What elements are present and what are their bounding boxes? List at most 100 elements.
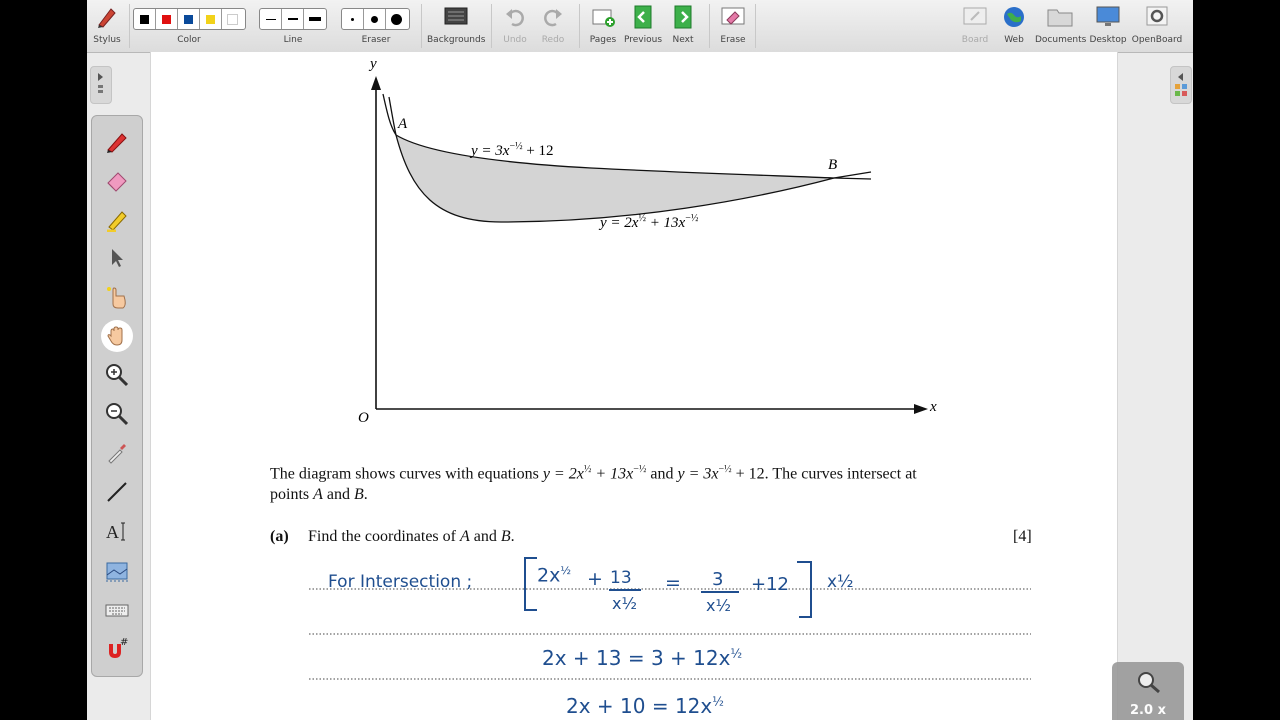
color-group: Color bbox=[133, 0, 246, 52]
stylus-icon bbox=[94, 4, 120, 30]
handwriting-line-3: 2x + 10 = 12x½ bbox=[566, 694, 724, 718]
right-panel-toggle[interactable] bbox=[1170, 66, 1192, 104]
q-eq: y = 2x bbox=[542, 465, 584, 483]
erase-button[interactable]: Erase bbox=[715, 0, 751, 52]
part-a-label: (a) bbox=[270, 528, 289, 545]
eraser-icon[interactable] bbox=[102, 165, 132, 195]
hand-icon[interactable] bbox=[101, 320, 133, 352]
laser-pointer-icon[interactable] bbox=[102, 282, 132, 312]
desktop-button[interactable]: Desktop bbox=[1089, 0, 1127, 52]
text-tool-icon[interactable]: A bbox=[102, 516, 132, 546]
redo-button[interactable]: Redo bbox=[535, 0, 571, 52]
question-intro-line1: The diagram shows curves with equations … bbox=[270, 464, 917, 483]
color-yellow-swatch[interactable] bbox=[200, 9, 222, 29]
stylus-button[interactable]: Stylus bbox=[89, 0, 125, 52]
desktop-label: Desktop bbox=[1089, 35, 1127, 45]
color-red-swatch[interactable] bbox=[156, 9, 178, 29]
monitor-icon bbox=[1095, 4, 1121, 30]
line-group: Line bbox=[259, 0, 327, 52]
x-axis-label: x bbox=[930, 399, 937, 415]
openboard-window: Stylus Color Line Eraser Backgrounds Und… bbox=[87, 0, 1193, 720]
keyboard-icon[interactable] bbox=[102, 595, 132, 625]
previous-label: Previous bbox=[623, 35, 663, 45]
zoom-magnifier-icon bbox=[1136, 670, 1162, 698]
web-label: Web bbox=[1004, 35, 1024, 45]
eraser-large-option[interactable] bbox=[386, 9, 407, 29]
q-point: A bbox=[313, 486, 323, 503]
eq-exponent: −½ bbox=[685, 213, 699, 224]
color-blue-swatch[interactable] bbox=[178, 9, 200, 29]
left-panel-toggle[interactable] bbox=[90, 66, 112, 104]
zoom-out-icon[interactable] bbox=[102, 399, 132, 429]
q-text: points bbox=[270, 486, 314, 503]
q-text: + 12. bbox=[731, 465, 769, 483]
handwritten-bracket-left bbox=[524, 557, 537, 611]
line-thick-option[interactable] bbox=[304, 9, 325, 29]
eraser-medium-option[interactable] bbox=[364, 9, 386, 29]
undo-label: Undo bbox=[503, 35, 527, 45]
separator bbox=[579, 4, 580, 48]
marks-label: [4] bbox=[1013, 528, 1032, 545]
origin-label: O bbox=[358, 410, 369, 426]
zoom-indicator[interactable]: 2.0 x bbox=[1112, 662, 1184, 720]
eyedropper-icon[interactable] bbox=[102, 438, 132, 468]
upper-curve-equation: y = 3x−½ + 12 bbox=[471, 141, 554, 160]
point-a-label: A bbox=[398, 116, 408, 132]
color-black-swatch[interactable] bbox=[134, 9, 156, 29]
eq-text: + 13x bbox=[645, 215, 686, 231]
undo-icon bbox=[502, 4, 528, 30]
eraser-group: Eraser bbox=[341, 0, 411, 52]
hw-exp: ½ bbox=[730, 646, 743, 661]
separator bbox=[129, 4, 130, 48]
board-button[interactable]: Board bbox=[957, 0, 993, 52]
q-text: and bbox=[322, 486, 355, 503]
q-text: Find the coordinates of bbox=[308, 528, 460, 545]
q-text: . bbox=[510, 528, 515, 545]
openboard-label: OpenBoard bbox=[1131, 35, 1183, 45]
documents-button[interactable]: Documents bbox=[1035, 0, 1086, 52]
backgrounds-label: Backgrounds bbox=[427, 35, 486, 45]
next-button[interactable]: Next bbox=[665, 0, 701, 52]
handwriting-term-2x: 2x½ bbox=[537, 564, 571, 586]
eq-text: y = 3x bbox=[471, 143, 510, 159]
web-button[interactable]: Web bbox=[997, 0, 1031, 52]
line-medium-option[interactable] bbox=[282, 9, 304, 29]
highlighter-icon[interactable] bbox=[102, 204, 132, 234]
previous-button[interactable]: Previous bbox=[623, 0, 663, 52]
line-thin-option[interactable] bbox=[260, 9, 282, 29]
add-page-icon bbox=[590, 4, 616, 30]
eq-text: + 12 bbox=[522, 143, 554, 159]
handwriting-numerator-13: 13 bbox=[610, 568, 632, 588]
handwriting-multiplier: x½ bbox=[827, 572, 854, 592]
board-page[interactable]: y x O A B y = 3x−½ + 12 y = 2x½ + 13x−½ … bbox=[150, 52, 1118, 720]
line-label: Line bbox=[283, 35, 303, 45]
undo-button[interactable]: Undo bbox=[497, 0, 533, 52]
globe-icon bbox=[1001, 4, 1027, 30]
openboard-menu-button[interactable]: OpenBoard bbox=[1129, 0, 1185, 52]
backgrounds-button[interactable]: Backgrounds bbox=[427, 0, 485, 52]
pointer-icon[interactable] bbox=[102, 243, 132, 273]
capture-icon[interactable] bbox=[102, 557, 132, 587]
pages-button[interactable]: Pages bbox=[585, 0, 621, 52]
x-axis-arrow bbox=[914, 404, 928, 414]
eraser-small-option[interactable] bbox=[342, 9, 364, 29]
color-white-swatch[interactable] bbox=[222, 9, 243, 29]
backgrounds-icon bbox=[443, 4, 469, 30]
line-tool-icon[interactable] bbox=[102, 477, 132, 507]
eraser-sizes bbox=[341, 8, 410, 30]
q-text: The curves intersect at bbox=[768, 465, 917, 483]
zoom-in-icon[interactable] bbox=[102, 360, 132, 390]
q-text: . bbox=[363, 486, 368, 503]
color-swatches bbox=[133, 8, 246, 30]
pen-icon[interactable] bbox=[102, 126, 132, 156]
erase-label: Erase bbox=[720, 35, 746, 45]
hw-exp: ½ bbox=[712, 694, 724, 709]
color-label: Color bbox=[177, 35, 201, 45]
erase-all-icon bbox=[720, 4, 746, 30]
svg-text:A: A bbox=[106, 522, 119, 542]
magnet-grid-icon[interactable]: # bbox=[102, 634, 132, 664]
previous-page-icon bbox=[630, 4, 656, 30]
q-exp: −½ bbox=[718, 464, 732, 475]
stylus-label: Stylus bbox=[93, 35, 121, 45]
page-canvas bbox=[309, 76, 1031, 680]
